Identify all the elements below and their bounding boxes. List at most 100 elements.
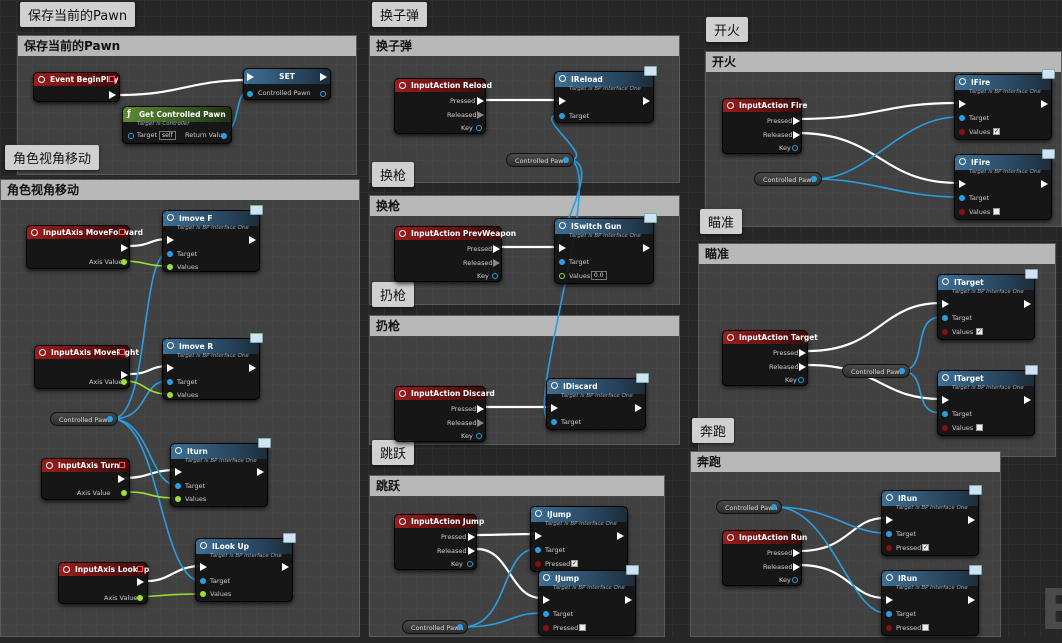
- ifire-node-1[interactable]: IFire Target is BP Interface One Target V…: [954, 69, 1055, 140]
- iturn-node[interactable]: Iturn Target is BP Interface One Target V…: [170, 438, 271, 507]
- inputaction-discard-node[interactable]: InputAction Discard Pressed Released Key: [394, 386, 495, 442]
- target-pin[interactable]: [543, 611, 549, 617]
- key-pin[interactable]: [792, 145, 798, 151]
- exec-out-pin[interactable]: [249, 364, 256, 372]
- pressed-checkbox[interactable]: ✓: [922, 544, 929, 551]
- exec-out-pin[interactable]: [121, 244, 128, 252]
- released-pin[interactable]: [793, 563, 800, 571]
- target-pin[interactable]: [175, 483, 181, 489]
- released-pin[interactable]: [493, 259, 500, 267]
- inputaxis-turn-node[interactable]: InputAxis Turn Axis Value: [41, 458, 130, 500]
- pressed-pin[interactable]: [793, 117, 800, 125]
- inputaction-target-node[interactable]: InputAction Target Pressed Released Key: [722, 330, 818, 386]
- exec-out-pin[interactable]: [625, 596, 632, 604]
- inputaction-reload-node[interactable]: InputAction Reload Pressed Released Key: [394, 78, 492, 134]
- controlled-pawn-variable[interactable]: Controlled Pawn: [842, 364, 910, 378]
- exec-in-pin[interactable]: [886, 596, 893, 604]
- exec-in-pin[interactable]: [959, 180, 966, 188]
- ijump-node-1[interactable]: IJump Target is BP Interface One Target P…: [530, 506, 628, 572]
- target-pin[interactable]: [942, 411, 948, 417]
- target-pin[interactable]: [535, 547, 541, 553]
- exec-out-pin[interactable]: [109, 91, 116, 99]
- exec-out-pin[interactable]: [617, 532, 624, 540]
- target-pin[interactable]: [942, 315, 948, 321]
- ilookup-node[interactable]: ILook Up Target is BP Interface One Targe…: [195, 533, 296, 602]
- controlled-pawn-variable[interactable]: Controlled Pawn: [506, 153, 574, 167]
- values-checkbox[interactable]: ✓: [976, 328, 983, 335]
- axis-value-pin[interactable]: [137, 595, 143, 601]
- imove-f-node[interactable]: Imove F Target is BP Interface One Target…: [162, 205, 263, 272]
- released-pin[interactable]: [799, 363, 806, 371]
- imove-r-node[interactable]: Imove R Target is BP Interface One Target…: [162, 333, 263, 400]
- values-pin[interactable]: [167, 264, 173, 270]
- exec-out-pin[interactable]: [320, 73, 327, 81]
- exec-in-pin[interactable]: [559, 97, 566, 105]
- exec-out-pin[interactable]: [1024, 300, 1031, 308]
- exec-out-pin[interactable]: [643, 244, 650, 252]
- exec-out-pin[interactable]: [282, 563, 289, 571]
- target-pin[interactable]: [559, 113, 565, 119]
- pressed-pin[interactable]: [477, 405, 484, 413]
- target-pin[interactable]: [559, 259, 565, 265]
- target-pin[interactable]: [167, 379, 173, 385]
- pressed-pin[interactable]: [793, 549, 800, 557]
- values-pin[interactable]: [167, 392, 173, 398]
- target-pin[interactable]: [551, 419, 557, 425]
- inputaction-jump-node[interactable]: InputAction Jump Pressed Released Key: [394, 514, 484, 570]
- target-pin[interactable]: [886, 611, 892, 617]
- event-beginplay-node[interactable]: Event BeginPlay: [33, 72, 120, 102]
- exec-in-pin[interactable]: [175, 468, 182, 476]
- target-pin[interactable]: [886, 531, 892, 537]
- values-bool-pin[interactable]: [959, 129, 965, 135]
- exec-out-pin[interactable]: [968, 596, 975, 604]
- pressed-bool-pin[interactable]: [535, 561, 541, 567]
- get-controlled-pawn-node[interactable]: ƒ Get Controlled Pawn Target is Controller…: [122, 106, 232, 144]
- pressed-pin[interactable]: [468, 533, 475, 541]
- exec-out-pin[interactable]: [257, 468, 264, 476]
- key-pin[interactable]: [492, 273, 498, 279]
- exec-in-pin[interactable]: [200, 563, 207, 571]
- controlled-pawn-variable[interactable]: Controlled Pawn: [716, 500, 782, 514]
- released-pin[interactable]: [477, 111, 484, 119]
- exec-out-pin[interactable]: [1024, 396, 1031, 404]
- exec-out-pin[interactable]: [643, 97, 650, 105]
- pressed-checkbox[interactable]: [579, 624, 586, 631]
- pawn-out-pin[interactable]: [320, 91, 326, 97]
- inputaction-fire-node[interactable]: InputAction Fire Pressed Released Key: [722, 98, 807, 154]
- pressed-pin[interactable]: [493, 245, 500, 253]
- key-pin[interactable]: [467, 561, 473, 567]
- inputaxis-lookup-node[interactable]: InputAxis LookUp Axis Value: [58, 562, 149, 604]
- exec-out-pin[interactable]: [968, 516, 975, 524]
- exec-out-pin[interactable]: [137, 578, 144, 586]
- key-pin[interactable]: [798, 377, 804, 383]
- axis-value-pin[interactable]: [121, 379, 127, 385]
- return-value-pin[interactable]: [221, 133, 227, 139]
- key-pin[interactable]: [792, 577, 798, 583]
- values-checkbox[interactable]: [993, 208, 1000, 215]
- pawn-out-pin[interactable]: [107, 416, 113, 422]
- exec-out-pin[interactable]: [1041, 100, 1048, 108]
- values-bool-pin[interactable]: [959, 209, 965, 215]
- pressed-pin[interactable]: [799, 349, 806, 357]
- pressed-bool-pin[interactable]: [886, 625, 892, 631]
- iswitch-gun-node[interactable]: ISwitch Gun Target is BP Interface One Ta…: [554, 213, 657, 284]
- pawn-out-pin[interactable]: [811, 176, 817, 182]
- ifire-node-2[interactable]: IFire Target is BP Interface One Target V…: [954, 149, 1055, 220]
- pressed-pin[interactable]: [477, 97, 484, 105]
- values-pin[interactable]: [200, 591, 206, 597]
- exec-in-pin[interactable]: [167, 364, 174, 372]
- key-pin[interactable]: [476, 433, 482, 439]
- released-pin[interactable]: [477, 419, 484, 427]
- target-pin[interactable]: [959, 115, 965, 121]
- pressed-bool-pin[interactable]: [543, 625, 549, 631]
- pawn-out-pin[interactable]: [457, 624, 463, 630]
- controlled-pawn-variable[interactable]: Controlled Pawn: [402, 620, 468, 634]
- controlled-pawn-variable[interactable]: Controlled Pawn: [50, 412, 118, 426]
- exec-in-pin[interactable]: [167, 236, 174, 244]
- exec-in-pin[interactable]: [942, 300, 949, 308]
- values-checkbox[interactable]: [976, 424, 983, 431]
- exec-in-pin[interactable]: [559, 244, 566, 252]
- inputaxis-moveforward-node[interactable]: InputAxis MoveForward Axis Value: [26, 225, 143, 269]
- exec-in-pin[interactable]: [535, 532, 542, 540]
- itarget-node-1[interactable]: ITarget Target is BP Interface One Target…: [937, 269, 1038, 340]
